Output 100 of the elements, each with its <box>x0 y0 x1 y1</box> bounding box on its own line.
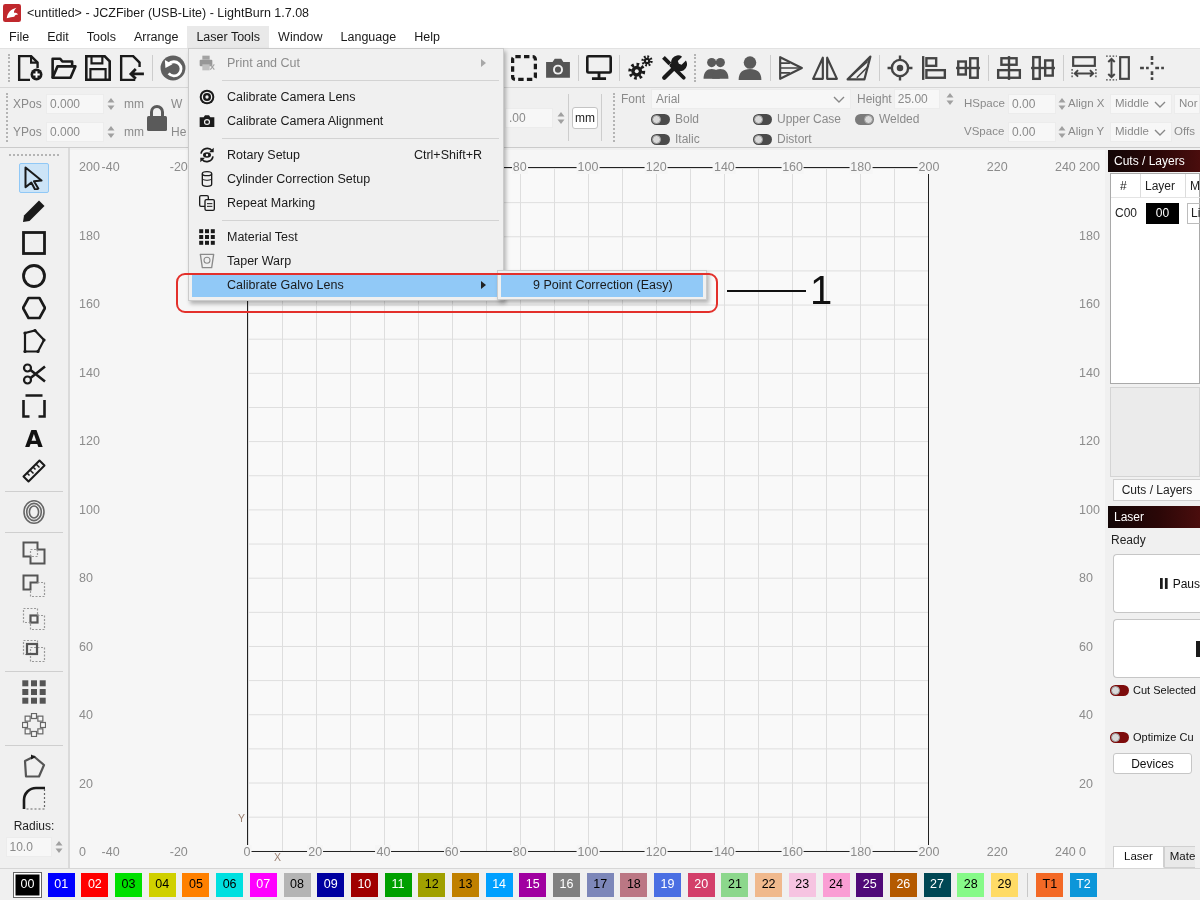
wrench-screwdriver-icon[interactable] <box>661 55 687 81</box>
toggle-switch[interactable] <box>1110 685 1129 696</box>
menu-item[interactable]: Calibrate Camera Alignment <box>192 109 500 133</box>
monitor-icon[interactable] <box>586 55 612 81</box>
overlapping-squares-icon[interactable] <box>22 606 46 631</box>
text-tool[interactable]: A <box>22 426 46 451</box>
menu-bar-item[interactable]: Arrange <box>124 26 188 48</box>
layer-color-swatch[interactable]: 00 <box>14 872 41 897</box>
panel-tab[interactable]: Cuts / Layers <box>1113 479 1200 501</box>
layer-color-swatch[interactable]: 23 <box>788 872 816 897</box>
triangle-flip-icon[interactable] <box>778 55 804 81</box>
menu-item[interactable]: Cylinder Correction Setup <box>192 167 500 191</box>
panel-tab[interactable]: Mate <box>1163 846 1196 868</box>
scissors-icon[interactable] <box>22 361 46 386</box>
overlapping-squares-icon[interactable] <box>22 541 46 566</box>
menu-item[interactable]: Calibrate Galvo Lens <box>192 273 500 297</box>
toggle-switch[interactable] <box>855 113 874 125</box>
document-arrow-icon[interactable] <box>119 55 145 81</box>
ring-of-squares-icon[interactable] <box>22 712 46 737</box>
layer-color-swatch[interactable]: 26 <box>889 872 917 897</box>
dashed-cross-icon[interactable] <box>1139 55 1165 81</box>
devices-button[interactable]: Devices <box>1113 753 1192 774</box>
cursor-icon[interactable] <box>19 163 49 193</box>
square-grid-icon[interactable] <box>22 680 46 705</box>
circle-icon[interactable] <box>22 263 46 288</box>
dashed-square-icon[interactable] <box>511 55 537 81</box>
menu-item[interactable]: Repeat Marking <box>192 191 500 215</box>
layer-color-swatch[interactable]: 16 <box>553 872 580 897</box>
layer-color-swatch[interactable]: 28 <box>957 872 985 897</box>
menu-bar-item[interactable]: File <box>0 26 39 48</box>
layer-color-swatch[interactable]: 20 <box>687 872 715 897</box>
layer-color-swatch[interactable]: 09 <box>317 872 345 897</box>
layer-color-swatch[interactable]: 17 <box>586 872 614 897</box>
menu-item[interactable]: Taper Warp <box>192 249 500 273</box>
pencil-icon[interactable] <box>22 198 46 223</box>
overlapping-squares-icon[interactable] <box>22 573 46 598</box>
distribute-vertical-icon[interactable] <box>1105 55 1131 81</box>
align-center-icon[interactable] <box>996 55 1022 81</box>
overlapping-squares-icon[interactable] <box>22 639 46 664</box>
layer-color-swatch[interactable]: 27 <box>923 872 951 897</box>
two-people-icon[interactable] <box>703 55 729 81</box>
rounded-corner-icon[interactable] <box>22 786 46 811</box>
layer-color-swatch[interactable]: 03 <box>115 872 143 897</box>
align-vertical-center-icon[interactable] <box>1030 55 1056 81</box>
menu-bar-item[interactable]: Language <box>331 26 406 48</box>
layer-color-swatch[interactable]: 25 <box>856 872 884 897</box>
layer-color-swatch[interactable]: 29 <box>990 872 1018 897</box>
panel-tab[interactable]: Laser <box>1113 846 1164 868</box>
layer-color-swatch[interactable]: 22 <box>755 872 783 897</box>
menu-bar-item[interactable]: Help <box>405 26 449 48</box>
layer-color-swatch[interactable]: 19 <box>654 872 682 897</box>
align-left-icon[interactable] <box>921 55 947 81</box>
layer-color-swatch[interactable]: 21 <box>721 872 749 897</box>
pause-button[interactable]: Paus <box>1113 554 1200 613</box>
corner-brackets-icon[interactable] <box>22 394 46 419</box>
toggle-switch[interactable] <box>753 113 772 125</box>
crosshair-icon[interactable] <box>887 55 913 81</box>
layer-color-swatch[interactable]: 15 <box>519 872 547 897</box>
toggle-switch[interactable] <box>1110 731 1129 743</box>
layer-color-swatch[interactable]: 24 <box>822 872 850 897</box>
triangle-lines-icon[interactable] <box>846 55 872 81</box>
square-icon[interactable] <box>22 231 46 256</box>
toggle-switch[interactable] <box>651 113 670 125</box>
mirror-triangles-icon[interactable] <box>812 55 838 81</box>
ruler-icon[interactable] <box>22 459 46 484</box>
pentagon-arrow-icon[interactable] <box>22 753 46 778</box>
layer-color-swatch[interactable]: 08 <box>283 872 311 897</box>
person-icon[interactable] <box>737 55 763 81</box>
layer-color-swatch[interactable]: 01 <box>47 872 75 897</box>
layer-color-swatch[interactable]: 06 <box>216 872 244 897</box>
undo-icon[interactable] <box>160 55 186 81</box>
concentric-rings-icon[interactable] <box>22 500 46 525</box>
layer-color-swatch[interactable]: 04 <box>148 872 176 897</box>
hexagon-icon[interactable] <box>22 296 46 321</box>
layer-color-swatch[interactable]: T1 <box>1036 872 1064 897</box>
folder-icon[interactable] <box>51 55 77 81</box>
toggle-switch[interactable] <box>651 133 670 145</box>
menu-bar-item[interactable]: Tools <box>77 26 125 48</box>
new-file-icon[interactable] <box>17 55 43 81</box>
menu-bar-item[interactable]: Window <box>269 26 332 48</box>
menu-item[interactable]: 9 Point Correction (Easy) <box>501 273 703 297</box>
menu-item[interactable]: Rotary Setup Ctrl+Shift+R <box>192 143 500 167</box>
menu-item[interactable]: Calibrate Camera Lens <box>192 85 500 109</box>
layer-badge[interactable]: 00 <box>1146 202 1179 224</box>
menu-bar-item[interactable]: Edit <box>38 26 78 48</box>
gears-icon[interactable] <box>627 55 653 81</box>
mode-dropdown[interactable]: Li <box>1187 202 1200 224</box>
layer-color-swatch[interactable]: 05 <box>182 872 210 897</box>
layer-color-swatch[interactable]: 18 <box>620 872 648 897</box>
layer-color-swatch[interactable]: 12 <box>418 872 446 897</box>
layer-color-swatch[interactable]: 13 <box>451 872 479 897</box>
toggle-switch[interactable] <box>753 133 772 145</box>
unit-button[interactable]: mm <box>572 106 598 129</box>
menu-item[interactable]: Material Test <box>192 225 500 249</box>
layer-color-swatch[interactable]: 10 <box>350 872 378 897</box>
pentagon-nodes-icon[interactable] <box>22 328 46 353</box>
padlock-icon[interactable] <box>147 104 167 131</box>
align-middle-icon[interactable] <box>955 55 981 81</box>
menu-bar-item[interactable]: Laser Tools <box>187 26 270 48</box>
layer-color-swatch[interactable]: 02 <box>81 872 109 897</box>
